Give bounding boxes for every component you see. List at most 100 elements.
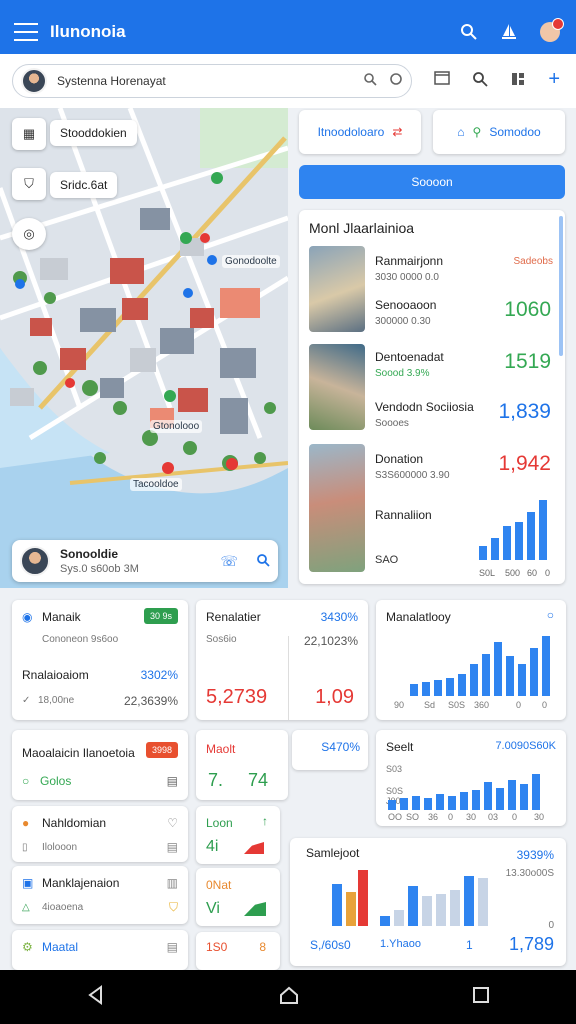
avatar[interactable] <box>21 68 47 94</box>
chart-tick: OO <box>388 812 403 822</box>
bar-chart-card[interactable]: Samlejoot 3939% 13.30o00S 0 S,/60s0 1.Yh… <box>290 838 566 966</box>
chart-tick: 30 <box>466 812 477 822</box>
shield-icon: ◉ <box>22 610 33 624</box>
avatar[interactable] <box>20 546 50 576</box>
menu-icon[interactable] <box>14 23 38 41</box>
search-icon[interactable] <box>256 553 270 570</box>
info-icon[interactable]: ○ <box>547 608 554 622</box>
home-icon[interactable] <box>278 984 300 1011</box>
calendar-icon[interactable]: ▦ <box>12 118 46 150</box>
layer-label[interactable]: Stooddokien <box>50 120 137 146</box>
status-bar <box>0 0 576 10</box>
list-item[interactable]: Donation S3S600000 3.90 1,942 Rannaliion… <box>309 444 559 580</box>
chart-tick: 03 <box>488 812 499 822</box>
places-list-card: Monl Jlaarlainioa Ranmairjonn 3030 0000 … <box>299 210 565 584</box>
add-icon[interactable]: + <box>548 69 560 91</box>
list-item[interactable]: ⚙ Maatal ▤ <box>12 930 188 970</box>
chart-tick: 0 <box>448 812 454 822</box>
calendar-icon[interactable]: ▤ <box>167 840 178 854</box>
status-badge: 30 9s <box>143 608 178 624</box>
sailboat-icon[interactable] <box>500 23 518 41</box>
map-view[interactable]: ▦ Stooddokien ⛉ Sridc.6at ◎ Gonodoolte G… <box>0 108 288 588</box>
card-sub: 4ioaoena <box>42 902 84 913</box>
card-title: Seelt <box>386 740 414 754</box>
card-big-number: 1,789 <box>508 934 554 954</box>
call-icon[interactable]: ☏ <box>220 553 238 570</box>
chart-tick: 360 <box>474 700 490 710</box>
chart-tick: 0 <box>512 812 518 822</box>
chart-tick: 0 <box>548 920 554 931</box>
list-item[interactable]: ● Nahldomian ♡ ▯ Ilolooon ▤ <box>12 806 188 862</box>
card-title: Maolt <box>206 742 236 756</box>
trend-spark <box>244 842 264 854</box>
stat-card[interactable]: Maoalaicin Ilanoetoia 3998 ○ Golos ▤ <box>12 730 188 800</box>
chart-tick: S0S <box>448 700 466 710</box>
scrollbar[interactable] <box>559 216 563 356</box>
search-icon[interactable] <box>472 71 488 91</box>
card-title: Loon <box>206 816 233 830</box>
stat-card[interactable]: Loon ↑ 4i <box>196 806 280 864</box>
item-value: 1,942 <box>498 452 551 475</box>
chart-tick: SO <box>406 812 420 822</box>
stat-card[interactable]: ◉ Manaik 30 9s Cononeon 9s6oo Rnalaioaio… <box>12 600 188 720</box>
search-bar[interactable]: Systenna Horenayat <box>12 64 412 98</box>
card-title: Maoalaicin Ilanoetoia <box>22 746 135 760</box>
itinerary-button[interactable]: Itnoodoloaro ⇄ <box>299 110 421 154</box>
stat-card[interactable]: Maolt 7. 74 <box>196 730 288 800</box>
card-value: 3939% <box>516 848 554 862</box>
item-sub: 3030 0000 0.0 <box>375 272 439 283</box>
list-item[interactable]: ▣ Manklajenaion ▥ △ 4ioaoena ⛉ <box>12 866 188 924</box>
stat-card[interactable]: 0Nat Vi <box>196 868 280 926</box>
stat-card[interactable]: 1S0 8 <box>196 932 280 970</box>
route-label[interactable]: Sridc.6at <box>50 172 118 198</box>
card-title: Nahldomian <box>42 816 107 830</box>
card-value: 1 <box>466 938 473 952</box>
pin-icon[interactable]: ♡ <box>167 816 178 830</box>
shield-icon[interactable]: ⛉ <box>12 168 46 200</box>
search-icon[interactable] <box>363 72 377 91</box>
item-value: 1,839 <box>498 400 551 423</box>
list-item[interactable]: Ranmairjonn 3030 0000 0.0 Sadeobs Senooa… <box>309 246 559 336</box>
card-big-number: 1,09 <box>315 686 354 708</box>
card-sub: 13.30o00S <box>505 868 554 879</box>
calendar-icon[interactable]: ▤ <box>167 774 178 788</box>
warning-icon: △ <box>22 902 30 913</box>
stat-card[interactable]: Renalatier 3430% Sos6io 22,1023% 5,2739 … <box>196 600 368 720</box>
voice-icon[interactable] <box>389 72 403 91</box>
notification-avatar[interactable] <box>540 18 564 42</box>
chart-tick: 60 <box>527 568 538 578</box>
profile-card[interactable]: Sonooldie Sys.0 s60ob 3M ☏ <box>12 540 278 582</box>
card-sub: Ilolooon <box>42 842 78 853</box>
card-title: Renalatier <box>206 610 261 624</box>
card-item: Golos <box>40 774 72 788</box>
list-item[interactable]: Dentoenadat Soood 3.9% 1519 Vendodn Soci… <box>309 344 559 434</box>
search-input[interactable]: Systenna Horenayat <box>57 74 166 88</box>
location-icon[interactable]: ◎ <box>12 218 46 250</box>
stat-card[interactable]: S470% <box>292 730 368 770</box>
list-title: Monl Jlaarlainioa <box>309 220 415 236</box>
primary-button[interactable]: Soooon <box>299 165 565 199</box>
chart-icon[interactable]: ▥ <box>167 876 178 890</box>
chart-tick: 36 <box>428 812 439 822</box>
window-icon[interactable] <box>434 71 451 91</box>
mini-bar-chart <box>479 500 547 560</box>
back-icon[interactable] <box>85 984 107 1011</box>
shield-icon[interactable]: ⛉ <box>169 900 178 915</box>
item-name: Rannaliion <box>375 508 432 522</box>
gear-icon: ⚙ <box>22 940 33 954</box>
bar-chart-card[interactable]: Seelt 7.0090S60K S03 S0S J00 OO SO 36 0 … <box>376 730 566 826</box>
search-icon[interactable] <box>460 23 478 41</box>
item-name: Dentoenadat <box>375 350 444 364</box>
bar-chart-card[interactable]: Manalatlooy ○ 90 Sd S0S 360 0 0 <box>376 600 566 720</box>
place-photo <box>309 444 365 572</box>
profile-sub: Sys.0 s60ob 3M <box>60 563 139 575</box>
calendar-icon[interactable]: ▤ <box>167 940 178 954</box>
item-sub: 300000 0.30 <box>375 316 431 327</box>
card-value: 3430% <box>320 610 358 624</box>
item-name: Vendodn Sociiosia <box>375 400 474 414</box>
summary-button[interactable]: ⌂ ⚲ Somodoo <box>433 110 565 154</box>
card-title: Maatal <box>42 940 79 954</box>
grid-icon[interactable] <box>510 71 526 91</box>
recents-icon[interactable] <box>471 985 491 1010</box>
arrow-up-icon: ↑ <box>262 814 268 828</box>
